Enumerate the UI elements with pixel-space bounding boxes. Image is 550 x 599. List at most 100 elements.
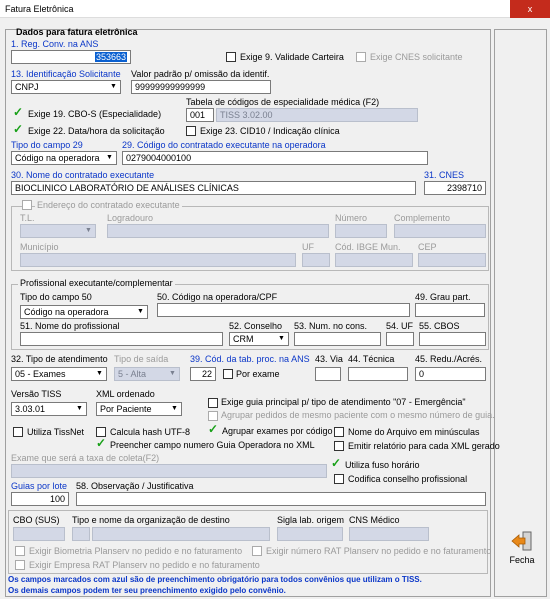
conselho-label: 52. Conselho xyxy=(229,321,283,331)
numcons-input[interactable] xyxy=(294,332,381,346)
guia-principal-label: Exige guia principal p/ tipo de atendime… xyxy=(221,397,466,407)
tecnica-label: 44. Técnica xyxy=(348,354,395,364)
cbo-label: CBO (SUS) xyxy=(13,515,60,525)
via-input[interactable] xyxy=(315,367,341,381)
agrupar-pedidos-label: Agrupar pedidos de mesmo paciente com o … xyxy=(221,410,495,420)
ibge-label: Cód. IBGE Mun. xyxy=(335,242,401,252)
tipo-org-label: Tipo e nome da organização de destino xyxy=(72,515,230,525)
exige19-checkbox[interactable]: ✓ xyxy=(13,106,24,118)
ident-solic-label: 13. Identificação Solicitante xyxy=(11,69,121,79)
versao-label: Versão TISS xyxy=(11,389,62,399)
cnes31-input[interactable]: 2398710 xyxy=(424,181,486,195)
agrupar-pedidos-checkbox[interactable] xyxy=(208,411,218,421)
title-bar xyxy=(0,0,550,18)
cbo-input xyxy=(13,527,65,541)
por-exame-label: Por exame xyxy=(236,369,280,379)
exige23-checkbox[interactable] xyxy=(186,126,196,136)
fecha-button[interactable]: Fecha xyxy=(502,527,542,571)
tipo29-select[interactable]: Código na operadora ▼ xyxy=(11,151,117,165)
exit-arrow-icon xyxy=(511,531,532,551)
tissnet-checkbox[interactable] xyxy=(13,427,23,437)
endereco-checkbox[interactable] xyxy=(22,200,32,210)
redu-input[interactable]: 0 xyxy=(415,367,486,381)
close-button[interactable]: x xyxy=(510,0,550,18)
tipo50-select[interactable]: Código na operadora ▼ xyxy=(20,305,148,319)
tipo-atend-select[interactable]: 05 - Exames ▼ xyxy=(11,367,107,381)
chevron-down-icon: ▼ xyxy=(96,370,103,377)
tipo50-label: Tipo do campo 50 xyxy=(20,292,92,302)
complemento-input xyxy=(394,224,486,238)
exige9-label: Exige 9. Validade Carteira xyxy=(240,52,344,62)
tab39-label: 39. Cód. da tab. proc. na ANS xyxy=(190,354,310,364)
exige-cnes-label: Exige CNES solicitante xyxy=(370,52,463,62)
cod50-input[interactable] xyxy=(157,303,410,317)
guia-principal-checkbox[interactable] xyxy=(208,398,218,408)
logradouro-input xyxy=(107,224,329,238)
exige22-label: Exige 22. Data/hora da solicitação xyxy=(28,126,165,136)
cnes31-label: 31. CNES xyxy=(424,170,465,180)
por-exame-checkbox[interactable] xyxy=(223,369,233,379)
grau-label: 49. Grau part. xyxy=(415,292,471,302)
reg-conv-label: 1. Reg. Conv. na ANS xyxy=(11,39,99,49)
fuso-checkbox[interactable]: ✓ xyxy=(331,457,342,469)
obs58-label: 58. Observação / Justificativa xyxy=(76,481,194,491)
preencher-checkbox[interactable]: ✓ xyxy=(96,437,107,449)
tab39-input[interactable]: 22 xyxy=(190,367,216,381)
rat-checkbox[interactable] xyxy=(252,546,262,556)
cod29-label: 29. Código do contratado executante na o… xyxy=(122,140,326,150)
xml-ord-select[interactable]: Por Paciente ▼ xyxy=(96,402,182,416)
exige9-checkbox[interactable] xyxy=(226,52,236,62)
agrupar-exames-checkbox[interactable]: ✓ xyxy=(208,423,219,435)
endereco-label: Endereço do contratado executante xyxy=(35,200,182,210)
codifica-checkbox[interactable] xyxy=(334,474,344,484)
right-panel xyxy=(494,29,547,597)
tipo-atend-label: 32. Tipo de atendimento xyxy=(11,354,108,364)
sigla-label: Sigla lab. origem xyxy=(277,515,345,525)
complemento-label: Complemento xyxy=(394,213,451,223)
minusculas-checkbox[interactable] xyxy=(334,427,344,437)
tecnica-input[interactable] xyxy=(348,367,408,381)
fecha-label: Fecha xyxy=(509,555,535,565)
guias-lote-label: Guias por lote xyxy=(11,481,68,491)
nome51-input[interactable] xyxy=(20,332,223,346)
versao-select[interactable]: 3.03.01 ▼ xyxy=(11,402,87,416)
redu-label: 45. Redu./Acrés. xyxy=(415,354,483,364)
tl-select: ▼ xyxy=(20,224,96,238)
cod29-input[interactable]: 0279004000100 xyxy=(122,151,428,165)
uf-input xyxy=(302,253,330,267)
guias-lote-input[interactable]: 100 xyxy=(11,492,69,506)
valor-padrao-input[interactable]: 99999999999999 xyxy=(131,80,271,94)
relatorio-checkbox[interactable] xyxy=(334,441,344,451)
tabela-cod-label: Tabela de códigos de especialidade médic… xyxy=(186,97,380,107)
tipo-org-code-input xyxy=(72,527,90,541)
footer-note-2: Os demais campos podem ter seu preenchim… xyxy=(8,586,286,595)
prof-title: Profissional executante/complementar xyxy=(18,278,175,288)
nome30-input[interactable]: BIOCLINICO LABORATÓRIO DE ANÁLISES CLÍNI… xyxy=(11,181,416,195)
exige19-label: Exige 19. CBO-S (Especialidade) xyxy=(28,109,162,119)
chevron-down-icon: ▼ xyxy=(137,308,144,315)
exame-taxa-input xyxy=(11,464,327,478)
biometria-checkbox[interactable] xyxy=(15,546,25,556)
empresa-rat-checkbox[interactable] xyxy=(15,560,25,570)
uf54-input[interactable] xyxy=(386,332,414,346)
uf54-label: 54. UF xyxy=(386,321,414,331)
cep-label: CEP xyxy=(418,242,437,252)
rat-label: Exigir número RAT Planserv no pedido e n… xyxy=(266,546,492,556)
obs58-input[interactable] xyxy=(76,492,486,506)
cbos55-input[interactable] xyxy=(419,332,486,346)
conselho-select[interactable]: CRM ▼ xyxy=(229,332,289,346)
numero-input xyxy=(335,224,387,238)
valor-padrao-label: Valor padrão p/ omissão da identif. xyxy=(131,69,270,79)
ident-solic-select[interactable]: CNPJ ▼ xyxy=(11,80,121,94)
agrupar-exames-label: Agrupar exames por código xyxy=(222,426,333,436)
logradouro-label: Logradouro xyxy=(107,213,154,223)
grau-input[interactable] xyxy=(415,303,485,317)
chevron-down-icon: ▼ xyxy=(110,83,117,90)
exige22-checkbox[interactable]: ✓ xyxy=(13,123,24,135)
reg-conv-input[interactable]: 353663 xyxy=(11,50,131,64)
exame-taxa-label: Exame que será a taxa de coleta(F2) xyxy=(11,453,160,463)
exige-cnes-checkbox[interactable] xyxy=(356,52,366,62)
hash-label: Calcula hash UTF-8 xyxy=(110,427,191,437)
tabela-cod-input[interactable]: 001 xyxy=(186,108,214,122)
xml-ord-label: XML ordenado xyxy=(96,389,155,399)
